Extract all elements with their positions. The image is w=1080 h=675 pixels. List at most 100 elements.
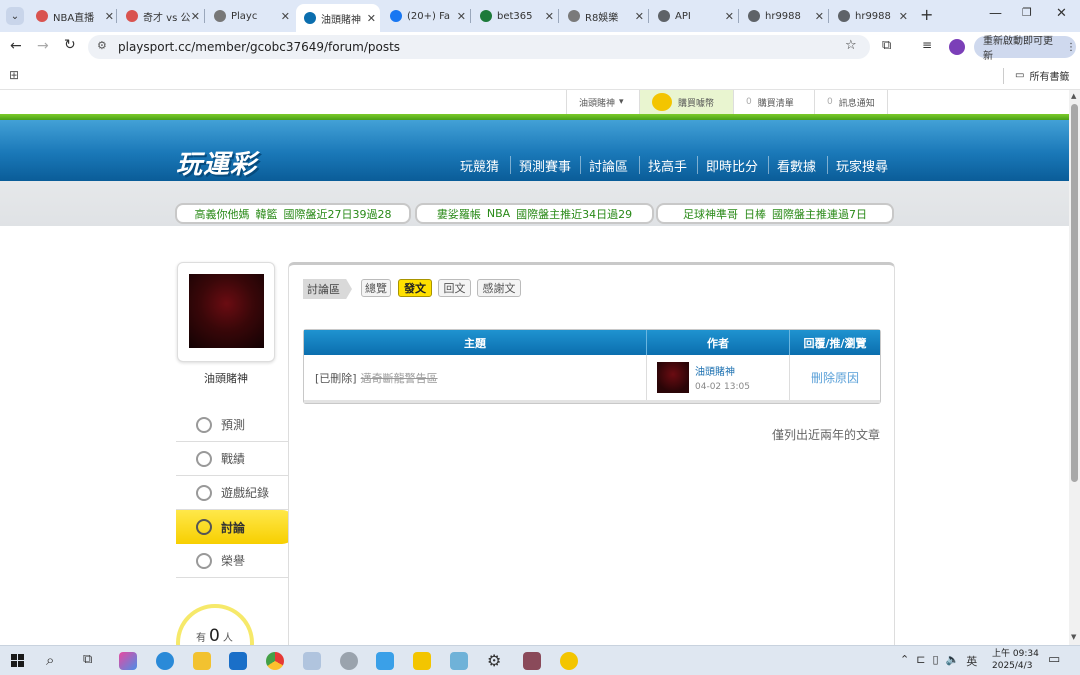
site-logo[interactable]: 玩運彩: [176, 144, 257, 181]
minimize-icon[interactable]: —: [989, 6, 1002, 21]
browser-tab[interactable]: bet365 ✕: [472, 5, 558, 27]
ticker-user: 足球神準哥: [683, 207, 738, 221]
tab-close-icon[interactable]: ✕: [725, 10, 734, 23]
chrome-icon[interactable]: [266, 652, 284, 670]
nav-item[interactable]: 即時比分: [706, 156, 758, 175]
nav-item[interactable]: 找高手: [648, 156, 687, 175]
sidebar-item[interactable]: 遊戲紀錄: [176, 476, 288, 510]
profile-avatar[interactable]: [949, 39, 965, 55]
nav-item[interactable]: 玩競猜: [460, 156, 499, 175]
nav-item[interactable]: 看數據: [777, 156, 816, 175]
browser-tab[interactable]: API ✕: [650, 5, 738, 27]
new-tab-icon[interactable]: +: [920, 5, 933, 24]
notify-link[interactable]: 0 訊息通知: [814, 90, 888, 114]
edge-icon[interactable]: [156, 652, 174, 670]
address-bar[interactable]: ⚙ playsport.cc/member/gcobc37649/forum/p…: [88, 35, 870, 59]
nav-item[interactable]: 玩家搜尋: [836, 156, 888, 175]
back-icon[interactable]: ←: [10, 38, 22, 54]
sidebar-item[interactable]: 榮譽: [176, 544, 288, 578]
windows-start-icon[interactable]: [11, 654, 24, 667]
kakao-icon[interactable]: [413, 652, 431, 670]
browser-tab[interactable]: hr9988 ✕: [830, 5, 912, 27]
battery-icon[interactable]: ▯: [932, 653, 938, 669]
tab-close-icon[interactable]: ✕: [457, 10, 466, 23]
reload-icon[interactable]: ↻: [64, 37, 76, 53]
scrollbar-thumb[interactable]: [1071, 104, 1078, 482]
page-scrollbar[interactable]: ▲ ▼: [1069, 90, 1080, 645]
filter-tab[interactable]: 發文: [398, 279, 432, 297]
filter-tab[interactable]: 回文: [438, 279, 471, 297]
nav-item[interactable]: 討論區: [589, 156, 628, 175]
filter-tab[interactable]: 感謝文: [477, 279, 521, 297]
photo-app-icon[interactable]: [523, 652, 541, 670]
browser-tab[interactable]: NBA直播 ✕: [28, 5, 118, 27]
column-stats: 回覆/推/瀏覽: [803, 336, 867, 350]
tab-close-icon[interactable]: ✕: [545, 10, 554, 23]
sidebar-item-label: 戰績: [221, 452, 246, 466]
volume-icon[interactable]: 🔈: [946, 653, 960, 669]
tab-close-icon[interactable]: ✕: [815, 10, 824, 23]
outlook-icon[interactable]: [229, 652, 247, 670]
media-control-icon[interactable]: ≡: [922, 38, 932, 52]
ticker-item[interactable]: 足球神準哥 日棒 國際盤主推連過7日: [656, 203, 894, 224]
ticker-item[interactable]: 婁娑羅帳 NBA 國際盤主推近34日過29: [415, 203, 654, 224]
extensions-icon[interactable]: ⧉: [882, 38, 891, 53]
copilot-icon[interactable]: [119, 652, 137, 670]
yellow-app-icon[interactable]: [560, 652, 578, 670]
filter-tab[interactable]: 總覽: [361, 279, 391, 297]
green-stripe: [0, 114, 1069, 120]
forward-icon[interactable]: →: [37, 38, 49, 54]
tab-close-icon[interactable]: ✕: [635, 10, 644, 23]
more-menu-icon[interactable]: ⋮: [1066, 42, 1076, 53]
tab-close-icon[interactable]: ✕: [105, 10, 114, 23]
ticker-item[interactable]: 高義你他媽 韓籃 國際盤近27日39過28: [175, 203, 411, 224]
notification-icon[interactable]: ▭: [1048, 652, 1060, 667]
app-icon[interactable]: [376, 652, 394, 670]
author-avatar[interactable]: [657, 362, 689, 393]
file-explorer-icon[interactable]: [193, 652, 211, 670]
search-icon[interactable]: ⌕: [46, 651, 54, 669]
author-name[interactable]: 油頭賭神: [695, 363, 750, 378]
paint-icon[interactable]: [303, 652, 321, 670]
avatar[interactable]: [189, 274, 264, 348]
tab-close-icon[interactable]: ✕: [367, 12, 376, 25]
bookmark-star-icon[interactable]: ☆: [845, 38, 857, 53]
tab-close-icon[interactable]: ✕: [899, 10, 908, 23]
restore-icon[interactable]: ❐: [1022, 6, 1032, 19]
tab-close-icon[interactable]: ✕: [191, 10, 200, 23]
notes-icon[interactable]: [450, 652, 468, 670]
network-icon[interactable]: ⊏: [916, 653, 925, 669]
sidebar-item[interactable]: 預測: [176, 408, 288, 442]
browser-tab[interactable]: (20+) Fa ✕: [382, 5, 470, 27]
settings-icon[interactable]: ⚙: [487, 651, 501, 670]
ime-indicator[interactable]: 英: [966, 653, 977, 669]
user-menu[interactable]: 油頭賭神 ▾: [566, 90, 636, 114]
breadcrumb[interactable]: 討論區: [303, 279, 352, 299]
apps-grid-icon[interactable]: ⊞: [9, 68, 19, 82]
update-button[interactable]: 重新啟動即可更新 ⋮: [974, 36, 1076, 62]
sidebar-item[interactable]: 戰績: [176, 442, 288, 476]
all-bookmarks[interactable]: ▭ 所有書籤: [1015, 68, 1069, 83]
sidebar-item[interactable]: 討論: [176, 510, 296, 544]
browser-tab[interactable]: R8娛樂 ✕: [560, 5, 648, 27]
watchlist-link[interactable]: 0 購買清單: [733, 90, 806, 114]
browser-tab[interactable]: 油頭賭神 ✕: [296, 4, 380, 32]
task-view-icon[interactable]: ⧉: [83, 652, 92, 667]
delete-reason-link[interactable]: 刪除原因: [790, 355, 880, 400]
topic-title[interactable]: 邁奇斷龍警告區: [361, 370, 438, 386]
nav-separator: [768, 156, 769, 174]
tab-close-icon[interactable]: ✕: [281, 10, 290, 23]
disk-icon[interactable]: [340, 652, 358, 670]
scroll-up-icon[interactable]: ▲: [1071, 92, 1076, 100]
browser-tab[interactable]: hr9988 ✕: [740, 5, 828, 27]
chevron-up-icon[interactable]: ⌃: [900, 653, 909, 669]
clock[interactable]: 上午 09:34 2025/4/3: [992, 648, 1039, 672]
nav-item[interactable]: 預測賽事: [519, 156, 571, 175]
tab-search-button[interactable]: ⌄: [6, 7, 24, 25]
browser-tab[interactable]: Playc ✕: [206, 5, 294, 27]
close-window-icon[interactable]: ✕: [1056, 6, 1067, 21]
buy-coins-button[interactable]: 購買噱幣: [639, 90, 733, 114]
scroll-down-icon[interactable]: ▼: [1071, 633, 1076, 641]
site-info-icon[interactable]: ⚙: [97, 39, 107, 52]
browser-tab[interactable]: 奇才 vs 公 ✕: [118, 5, 204, 27]
